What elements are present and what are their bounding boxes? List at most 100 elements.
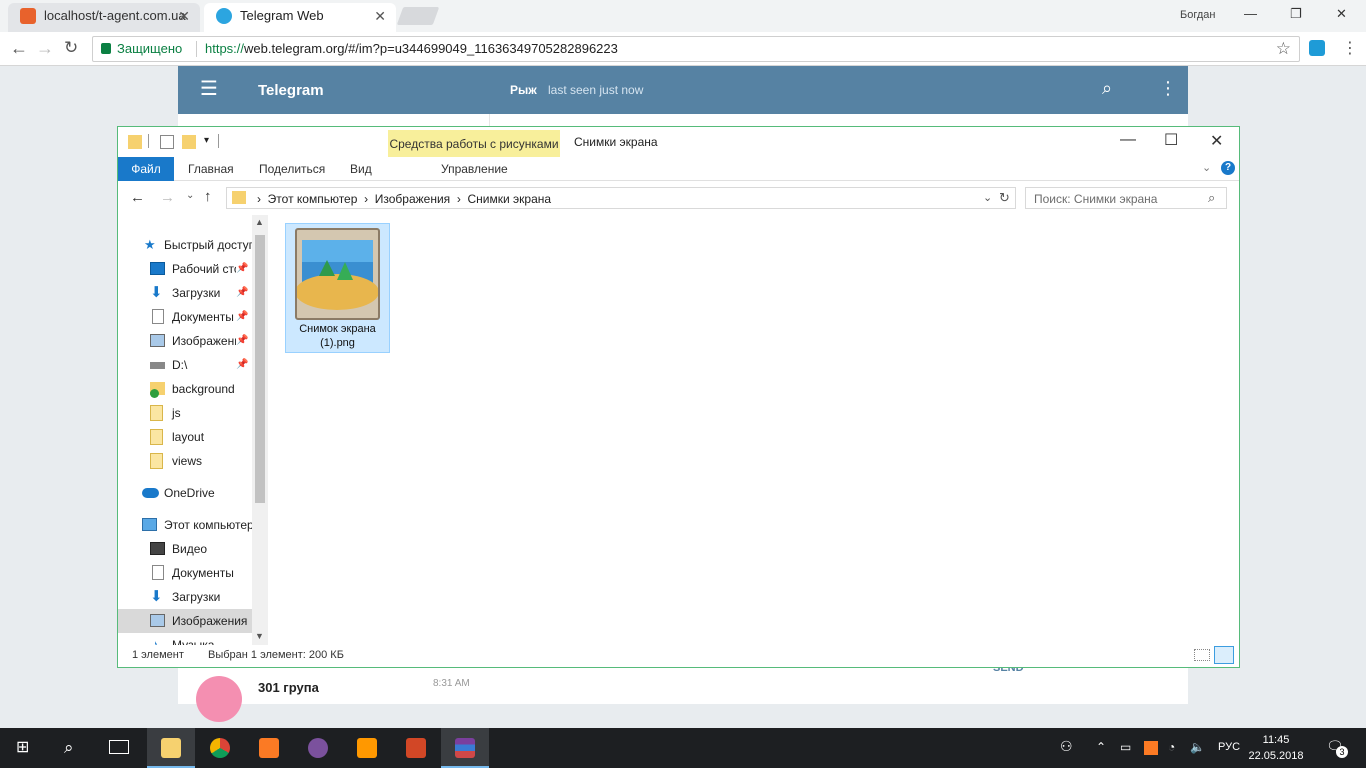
- peer-name[interactable]: Рыж: [510, 83, 537, 97]
- profile-name[interactable]: Богдан: [1180, 9, 1215, 21]
- wifi-icon[interactable]: ◔: [1168, 740, 1175, 754]
- folder-icon: [232, 191, 246, 204]
- minimize-icon[interactable]: —: [1244, 6, 1257, 21]
- bookmark-star-icon[interactable]: ☆: [1276, 39, 1291, 59]
- volume-icon[interactable]: 🔈: [1190, 740, 1205, 754]
- address-bar[interactable]: Защищено https://web.telegram.org/#/im?p…: [92, 36, 1300, 62]
- tab-manage[interactable]: Управление: [441, 157, 508, 181]
- taskbar-powerpoint[interactable]: [392, 728, 440, 768]
- expand-ribbon-icon[interactable]: ⌄: [1202, 161, 1211, 174]
- search-button[interactable]: ⌕: [48, 728, 96, 768]
- taskbar-chrome[interactable]: [196, 728, 244, 768]
- close-icon[interactable]: ✕: [374, 3, 386, 29]
- nav-label: Этот компьютер: [164, 518, 252, 532]
- taskbar-xampp[interactable]: [245, 728, 293, 768]
- details-view-icon[interactable]: [1194, 649, 1210, 661]
- nav-documents[interactable]: Документы 📌: [118, 305, 252, 329]
- forward-icon[interactable]: →: [36, 38, 54, 58]
- chat-preview-name[interactable]: 301 група: [258, 680, 319, 695]
- reload-icon[interactable]: ↻: [64, 38, 78, 58]
- forward-icon[interactable]: →: [160, 189, 175, 206]
- scrollbar-thumb[interactable]: [255, 235, 265, 503]
- file-name: Снимок экрана (1).png: [286, 322, 389, 350]
- url-text[interactable]: https://web.telegram.org/#/im?p=u3446990…: [205, 41, 618, 56]
- explorer-titlebar: ▾ Средства работы с рисунками Снимки экр…: [118, 127, 1239, 158]
- file-list[interactable]: Снимок экрана (1).png: [268, 215, 1239, 645]
- nav-quick-access[interactable]: ★ Быстрый доступ: [118, 233, 252, 257]
- language-indicator[interactable]: РУС: [1218, 741, 1240, 753]
- new-tab-button[interactable]: [396, 7, 440, 25]
- restore-icon[interactable]: ❐: [1290, 6, 1302, 22]
- large-icons-view-icon[interactable]: [1214, 646, 1234, 664]
- avatar[interactable]: [196, 676, 242, 722]
- recent-locations-icon[interactable]: ⌄: [186, 190, 194, 201]
- minimize-icon[interactable]: —: [1120, 131, 1136, 149]
- picture-tools-tab[interactable]: Средства работы с рисунками: [388, 130, 560, 158]
- customize-toolbar-icon[interactable]: ▾: [204, 135, 209, 146]
- nav-onedrive[interactable]: OneDrive: [118, 481, 252, 505]
- taskbar-sublime[interactable]: [343, 728, 391, 768]
- clock[interactable]: 11:45 22.05.2018: [1248, 732, 1304, 764]
- help-icon[interactable]: ?: [1221, 161, 1235, 175]
- close-icon[interactable]: ✕: [178, 3, 190, 29]
- nav-pc-pictures[interactable]: Изображения: [118, 609, 252, 633]
- back-icon[interactable]: ←: [130, 189, 145, 206]
- breadcrumb-screenshots[interactable]: Снимки экрана: [468, 192, 552, 206]
- nav-video[interactable]: Видео: [118, 537, 252, 561]
- extension-icon[interactable]: [1309, 40, 1325, 56]
- nav-downloads[interactable]: ⬇ Загрузки 📌: [118, 281, 252, 305]
- close-window-icon[interactable]: ✕: [1336, 6, 1347, 22]
- people-icon[interactable]: ⚇: [1060, 738, 1073, 755]
- nav-layout[interactable]: layout: [118, 425, 252, 449]
- nav-background[interactable]: background: [118, 377, 252, 401]
- up-icon[interactable]: ↑: [204, 188, 212, 205]
- nav-pc-documents[interactable]: Документы: [118, 561, 252, 585]
- tab-file[interactable]: Файл: [118, 157, 174, 181]
- nav-js[interactable]: js: [118, 401, 252, 425]
- menu-icon[interactable]: ⋮: [1342, 38, 1358, 58]
- nav-drive-d[interactable]: D:\ 📌: [118, 353, 252, 377]
- tab-share[interactable]: Поделиться: [259, 157, 325, 181]
- search-input[interactable]: Поиск: Снимки экрана ⌕: [1025, 187, 1227, 209]
- breadcrumb-path: › Этот компьютер › Изображения › Снимки …: [257, 192, 552, 206]
- nav-scrollbar[interactable]: ▲ ▼: [252, 215, 268, 645]
- more-icon[interactable]: ⋮: [1159, 78, 1177, 99]
- tab-localhost[interactable]: localhost/t-agent.com.ua ✕: [8, 3, 200, 32]
- breadcrumb-pictures[interactable]: Изображения: [375, 192, 450, 206]
- tab-label: localhost/t-agent.com.ua: [44, 8, 186, 23]
- start-button[interactable]: ⊞: [0, 728, 48, 768]
- battery-icon[interactable]: ▭: [1120, 740, 1131, 754]
- scroll-down-icon[interactable]: ▼: [255, 631, 264, 641]
- xampp-tray-icon[interactable]: [1144, 741, 1158, 755]
- taskbar-viber[interactable]: [294, 728, 342, 768]
- ribbon-tabs: Файл Главная Поделиться Вид Управление ⌄…: [118, 157, 1239, 181]
- breadcrumb-this-pc[interactable]: Этот компьютер: [268, 192, 358, 206]
- tab-view[interactable]: Вид: [350, 157, 372, 181]
- taskbar-winrar[interactable]: [441, 728, 489, 768]
- taskbar-explorer[interactable]: [147, 728, 195, 768]
- chevron-up-icon[interactable]: ⌃: [1096, 740, 1106, 754]
- task-view-button[interactable]: [96, 728, 144, 768]
- hamburger-icon[interactable]: ☰: [200, 79, 218, 99]
- close-icon[interactable]: ✕: [1210, 131, 1223, 151]
- nav-pictures[interactable]: Изображения 📌: [118, 329, 252, 353]
- xampp-icon: [259, 738, 279, 758]
- tab-home[interactable]: Главная: [188, 157, 234, 181]
- new-folder-icon[interactable]: [182, 135, 196, 149]
- nav-desktop[interactable]: Рабочий стол 📌: [118, 257, 252, 281]
- nav-pc-music[interactable]: ♪ Музыка: [118, 633, 252, 645]
- winrar-icon: [455, 738, 475, 758]
- nav-views[interactable]: views: [118, 449, 252, 473]
- tab-telegram[interactable]: Telegram Web ✕: [204, 3, 396, 32]
- scroll-up-icon[interactable]: ▲: [255, 217, 264, 227]
- nav-pc-downloads[interactable]: ⬇ Загрузки: [118, 585, 252, 609]
- chevron-down-icon[interactable]: ⌄: [983, 191, 992, 204]
- breadcrumb[interactable]: › Этот компьютер › Изображения › Снимки …: [226, 187, 1016, 209]
- nav-this-pc[interactable]: Этот компьютер: [118, 513, 252, 537]
- refresh-icon[interactable]: ↻: [999, 190, 1010, 206]
- search-icon[interactable]: ⌕: [1102, 78, 1112, 99]
- back-icon[interactable]: ←: [10, 38, 28, 58]
- properties-icon[interactable]: [160, 135, 174, 149]
- file-item[interactable]: Снимок экрана (1).png: [285, 223, 390, 353]
- maximize-icon[interactable]: ☐: [1164, 130, 1178, 150]
